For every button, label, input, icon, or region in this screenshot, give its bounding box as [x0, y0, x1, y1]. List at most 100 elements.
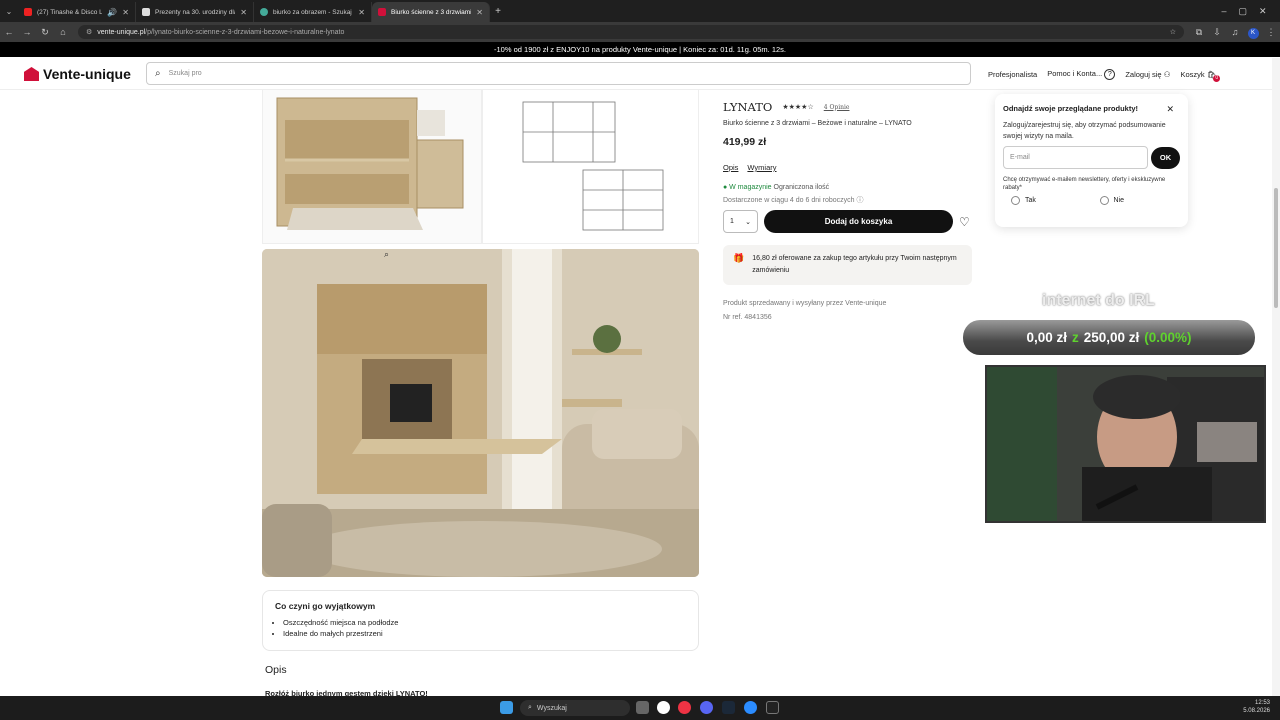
browser-tab[interactable]: biurko za obrazem - Szukaj w G ✕: [254, 2, 372, 22]
discord-icon[interactable]: [700, 701, 713, 714]
recently-viewed-popup: Odnajdź swoje przeglądane produkty! ✕ Za…: [995, 94, 1188, 227]
donation-goal-bar: 0,00 zł z 250,00 zł (0.00%): [963, 320, 1255, 355]
search-engine-icon: [260, 8, 268, 16]
youtube-icon: [24, 8, 32, 16]
profile-avatar[interactable]: K: [1244, 26, 1262, 39]
close-tab-icon[interactable]: ✕: [122, 8, 129, 17]
system-tray[interactable]: 12:53 5.08.2026: [1243, 699, 1270, 715]
close-icon[interactable]: ✕: [1166, 104, 1174, 115]
vente-unique-icon: [378, 8, 386, 16]
quantity-select[interactable]: 1 ⌄: [723, 210, 758, 233]
tab-description[interactable]: Opis: [723, 163, 738, 172]
back-icon[interactable]: ←: [0, 27, 18, 37]
product-lifestyle-photo[interactable]: ⌕: [262, 249, 699, 577]
search-input[interactable]: ⌕ Szukaj pro: [146, 62, 971, 85]
new-tab-icon[interactable]: +: [490, 6, 506, 17]
extensions-icon[interactable]: ⧉: [1190, 27, 1208, 38]
features-title: Co czyni go wyjątkowym: [275, 601, 376, 611]
reviews-link[interactable]: 4 Opinie: [824, 104, 850, 111]
ok-button[interactable]: OK: [1151, 146, 1180, 169]
stock-status: ● W magazynie Ograniczona ilość: [723, 184, 830, 191]
os-taskbar: ⌕ Wyszukaj 12:53 5.08.2026: [0, 696, 1280, 720]
steam-icon[interactable]: [722, 701, 735, 714]
rating-stars: ★★★★☆: [782, 103, 814, 111]
seller-info: Produkt sprzedawany i wysyłany przez Ven…: [723, 297, 886, 325]
radio-yes[interactable]: Tak: [1003, 196, 1092, 205]
product-description: Biurko ścienne z 3 drzwiami – Beżowe i n…: [723, 120, 912, 127]
product-name-row: LYNATO ★★★★☆ 4 Opinie: [723, 100, 973, 114]
radio-no[interactable]: Nie: [1092, 196, 1181, 205]
add-to-cart-row: 1 ⌄ Dodaj do koszyka ♡: [723, 210, 973, 233]
cart-count-badge: 0: [1213, 74, 1221, 82]
newsletter-consent-text: Chcę otrzymywać e-mailem newslettery, of…: [1003, 177, 1166, 191]
wishlist-heart-icon[interactable]: ♡: [959, 215, 970, 229]
popup-title: Odnajdź swoje przeglądane produkty!: [1003, 104, 1139, 113]
help-icon: ?: [1104, 68, 1116, 80]
bookmark-star-icon[interactable]: ☆: [1170, 28, 1176, 36]
close-tab-icon[interactable]: ✕: [476, 8, 483, 17]
chrome-icon[interactable]: [678, 701, 691, 714]
site-header: Vente-unique ⌕ Szukaj pro Profesjonalist…: [0, 58, 1280, 90]
product-name: LYNATO: [723, 100, 773, 114]
window-controls[interactable]: –▢✕: [1220, 6, 1280, 17]
email-field[interactable]: E-mail: [1003, 146, 1149, 169]
url-field[interactable]: ⚙ vente-unique.pl/p/lynato-biurko-scienn…: [78, 25, 1184, 39]
clock-date: 5.08.2026: [1243, 708, 1270, 714]
home-icon[interactable]: ⌂: [54, 27, 72, 37]
epic-games-icon[interactable]: [766, 701, 779, 714]
help-link[interactable]: Pomoc i Konta... ?: [1047, 68, 1116, 80]
reload-icon[interactable]: ↻: [36, 27, 54, 38]
media-icon[interactable]: ♫: [1226, 27, 1244, 37]
zoom-icon[interactable]: ⌕: [384, 249, 389, 260]
product-ref: Nr ref. 4841356: [723, 314, 772, 321]
features-box: Co czyni go wyjątkowym Oszczędność miejs…: [262, 590, 699, 651]
product-dimensions-image[interactable]: [482, 90, 699, 244]
close-tab-icon[interactable]: ✕: [358, 8, 365, 17]
add-to-cart-button[interactable]: Dodaj do koszyka: [764, 210, 953, 233]
browser-menu-icon[interactable]: ⋮: [1262, 27, 1280, 38]
taskbar-search[interactable]: ⌕ Wyszukaj: [520, 700, 630, 716]
downloads-icon[interactable]: ⇩: [1208, 27, 1226, 38]
address-bar-row: ← → ↻ ⌂ ⚙ vente-unique.pl/p/lynato-biurk…: [0, 22, 1280, 42]
tab-dimensions[interactable]: Wymiary: [747, 163, 776, 172]
feature-item: Idealne do małych przestrzeni: [283, 628, 686, 639]
login-link[interactable]: Zaloguj się ⚇: [1125, 70, 1170, 79]
page-scrollbar[interactable]: [1272, 58, 1280, 696]
product-image-open-desk[interactable]: [262, 90, 482, 244]
newsletter-radios: Tak Nie: [1003, 196, 1180, 205]
promo-banner[interactable]: -10% od 1900 zł z ENJOY10 na produkty Ve…: [0, 42, 1280, 57]
cart-icon: 🛍 0: [1207, 70, 1221, 82]
browser-tab[interactable]: (27) Tinashe & Disco Lines 🔊 ✕: [18, 2, 136, 22]
browser-tab[interactable]: Prezenty na 30. urodziny dla m ✕: [136, 2, 254, 22]
close-tab-icon[interactable]: ✕: [240, 8, 247, 17]
app-icon[interactable]: [744, 701, 757, 714]
speaker-icon: 🔊: [107, 7, 118, 17]
app-icon[interactable]: [657, 701, 670, 714]
windows-start-icon[interactable]: [500, 701, 513, 714]
product-tabs: Opis Wymiary: [723, 163, 973, 172]
browser-tab-strip: ⌄ (27) Tinashe & Disco Lines 🔊 ✕ Prezent…: [0, 0, 1280, 22]
product-info: LYNATO ★★★★☆ 4 Opinie Biurko ścienne z 3…: [723, 100, 973, 233]
page-icon: [142, 8, 150, 16]
site-logo[interactable]: Vente-unique: [24, 66, 131, 82]
gift-icon: 🎁: [733, 253, 745, 263]
popup-text: Zaloguj/zarejestruj się, aby otrzymać po…: [1003, 122, 1166, 140]
browser-tab-active[interactable]: Biurko ścienne z 3 drzwiami be ✕: [372, 2, 490, 22]
stream-goal-title: internet do IRL: [1042, 292, 1155, 309]
feature-item: Oszczędność miejsca na podłodze: [283, 617, 686, 628]
cart-link[interactable]: Koszyk 🛍 0: [1180, 70, 1221, 82]
house-logo-icon: [24, 67, 39, 81]
pro-link[interactable]: Profesjonalista: [988, 70, 1037, 79]
chevron-down-icon: ⌄: [745, 218, 751, 226]
header-links: Profesjonalista Pomoc i Konta... ? Zalog…: [988, 58, 1221, 90]
email-row: E-mail OK: [1003, 146, 1180, 169]
search-icon: ⌕: [528, 704, 532, 711]
site-info-icon[interactable]: ⚙: [86, 28, 92, 36]
search-icon: ⌕: [155, 68, 161, 79]
description-heading: Opis: [265, 664, 287, 676]
task-view-icon[interactable]: [636, 701, 649, 714]
product-gallery-row: [262, 90, 699, 244]
product-price: 419,99 zł: [723, 136, 767, 148]
tab-list-icon[interactable]: ⌄: [0, 7, 18, 16]
forward-icon[interactable]: →: [18, 27, 36, 37]
